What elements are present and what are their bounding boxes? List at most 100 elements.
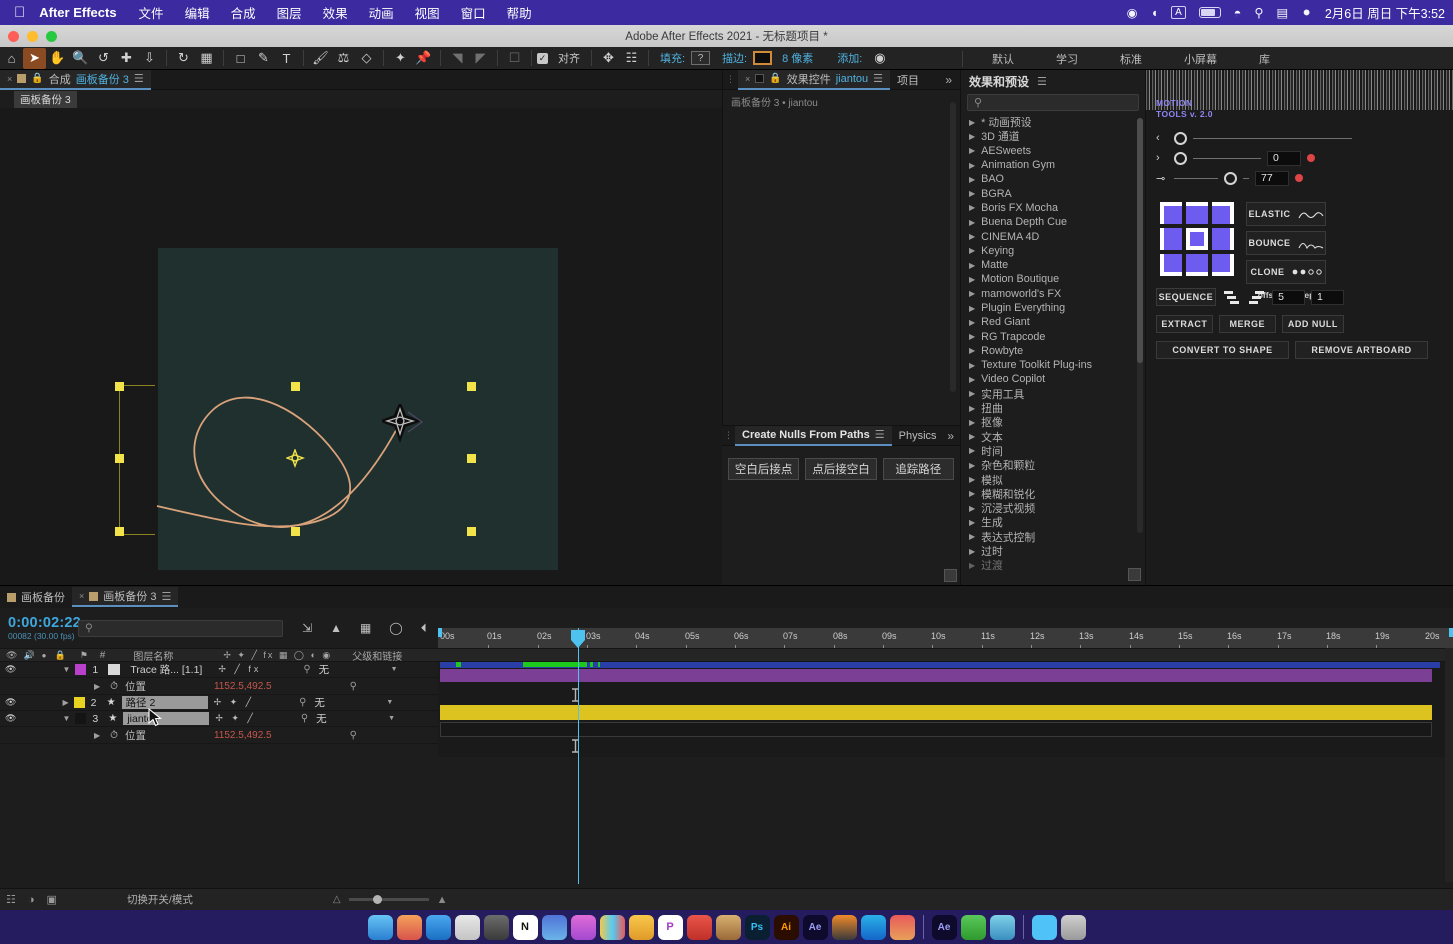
table-row[interactable]: 👁 ▼ 1 Trace 路... [1.1] ✢ ╱ fx ⚲ 无 ▼	[0, 662, 438, 678]
slider-knob[interactable]	[1174, 131, 1187, 145]
toggle-switches-modes-label[interactable]: 切换开关/模式	[127, 892, 193, 907]
table-row[interactable]: ▶ ⏱ 位置 1152.5,492.5 ⚲	[0, 678, 438, 695]
parent-pick-whip-icon[interactable]: ⚲	[299, 697, 306, 708]
chevron-down-icon[interactable]: ▼	[62, 714, 70, 723]
list-item[interactable]: ▶ 过渡	[961, 558, 1145, 572]
list-item[interactable]: ▶ Buena Depth Cue	[961, 215, 1145, 229]
hamburger-icon[interactable]: ☰	[134, 72, 144, 85]
composition-mini-flowchart-icon[interactable]: ⇲	[302, 621, 312, 635]
arrow-null-object[interactable]	[382, 404, 430, 444]
list-item[interactable]: ▶ 3D 通道	[961, 129, 1145, 143]
selection-handle[interactable]	[115, 527, 124, 536]
remove-artboard-button[interactable]: REMOVE ARTBOARD	[1295, 341, 1428, 359]
panel-overflow-icon[interactable]: »	[945, 73, 960, 87]
property-value[interactable]: 1152.5,492.5	[214, 730, 272, 741]
list-item[interactable]: ▶ Matte	[961, 258, 1145, 272]
menu-edit[interactable]: 编辑	[185, 3, 210, 22]
composition-canvas[interactable]	[0, 108, 722, 632]
list-item[interactable]: ▶ 生成	[961, 515, 1145, 529]
layer-switches[interactable]: ✢ ✦ ╱	[215, 713, 256, 724]
work-area-start-handle[interactable]	[438, 628, 442, 637]
list-item[interactable]: ▶ 模糊和锐化	[961, 487, 1145, 501]
active-app-name[interactable]: After Effects	[39, 5, 116, 20]
orbit-camera-icon[interactable]: ↻	[172, 48, 195, 69]
workspace-library[interactable]: 库	[1259, 51, 1270, 67]
slider-track[interactable]	[1243, 177, 1249, 179]
align-icon[interactable]: ✥	[597, 48, 620, 69]
search-icon[interactable]: ⚲	[1254, 5, 1263, 20]
list-item[interactable]: ▶ 抠像	[961, 415, 1145, 429]
alignment-grid[interactable]	[1160, 202, 1234, 276]
effect-controls-scrollbar[interactable]	[950, 102, 956, 392]
ae-alt-icon[interactable]: Ae	[931, 914, 957, 940]
list-item[interactable]: ▶ 表达式控制	[961, 530, 1145, 544]
hamburger-icon[interactable]: ☰	[873, 72, 883, 85]
timeline-playhead-line[interactable]	[578, 628, 579, 884]
list-item[interactable]: ▶ 过时	[961, 544, 1145, 558]
menu-animation[interactable]: 动画	[369, 3, 394, 22]
preview-icon[interactable]	[483, 914, 509, 940]
work-area-end-handle[interactable]	[1449, 628, 1453, 637]
menu-view[interactable]: 视图	[415, 3, 440, 22]
current-time-display[interactable]: 0:00:02:22 00082 (30.00 fps)	[0, 615, 81, 641]
safari-icon[interactable]	[425, 914, 451, 940]
downie-icon[interactable]	[686, 914, 712, 940]
slider-knob[interactable]	[1174, 151, 1187, 165]
chevron-right-icon[interactable]: ▶	[94, 731, 100, 740]
eye-icon[interactable]: 👁	[5, 713, 16, 724]
list-item[interactable]: ▶ Boris FX Mocha	[961, 201, 1145, 215]
close-tab-icon[interactable]: ×	[7, 74, 12, 84]
list-item[interactable]: ▶ 扭曲	[961, 401, 1145, 415]
draft-3d-icon[interactable]: ▲	[330, 621, 342, 635]
brush-tool-icon[interactable]: 🖌	[309, 48, 332, 69]
parent-pick-whip-icon[interactable]: ⚲	[301, 713, 308, 724]
effects-category-list[interactable]: ▶ * 动画预设 ▶ 3D 通道 ▶ AESweets ▶ Animation Gym …	[961, 115, 1145, 585]
record-icon[interactable]: ◉	[1127, 5, 1138, 20]
layer-name[interactable]: Trace 路... [1.1]	[126, 663, 212, 676]
resize-grip-icon[interactable]	[944, 569, 957, 582]
chevron-down-icon[interactable]: ▼	[388, 715, 395, 722]
tab-physics[interactable]: Physics	[892, 426, 944, 446]
list-item[interactable]: ▶ 实用工具	[961, 387, 1145, 401]
keyframe-dot-icon[interactable]	[1307, 154, 1315, 162]
menu-help[interactable]: 帮助	[507, 3, 532, 22]
sequence-value-1[interactable]: 5	[1272, 289, 1306, 305]
tab-effect-controls[interactable]: × 🔒 效果控件 jiantou ☰	[738, 69, 891, 90]
safari-alt-icon[interactable]	[989, 914, 1015, 940]
close-tab-icon[interactable]: ×	[79, 591, 84, 601]
menu-layer[interactable]: 图层	[277, 3, 302, 22]
hand-tool-icon[interactable]: ✋	[46, 48, 69, 69]
align-top-left-button[interactable]	[1160, 202, 1182, 224]
stroke-width-label[interactable]: 8 像素	[782, 50, 813, 66]
menu-composition[interactable]: 合成	[231, 3, 256, 22]
selection-handle[interactable]	[467, 382, 476, 391]
hamburger-icon[interactable]: ☰	[161, 590, 171, 603]
lock-icon[interactable]: 🔒	[31, 73, 43, 84]
point-then-null-button[interactable]: 点后接空白	[805, 458, 877, 480]
menu-effect[interactable]: 效果	[323, 3, 348, 22]
selection-handle[interactable]	[115, 454, 124, 463]
slider-value-1[interactable]: 0	[1267, 150, 1301, 166]
pen-tool-icon[interactable]: ✎	[252, 48, 275, 69]
chevron-down-icon[interactable]: ▼	[391, 666, 398, 673]
battery-icon[interactable]	[1198, 7, 1221, 18]
add-null-button[interactable]: ADD NULL	[1281, 315, 1345, 333]
null-then-point-button[interactable]: 空白后接点	[728, 458, 800, 480]
tab-project[interactable]: 项目	[890, 70, 926, 90]
eraser-tool-icon[interactable]: ◇	[355, 48, 378, 69]
eraser-app-icon[interactable]	[889, 914, 915, 940]
notion-icon[interactable]: N	[512, 914, 538, 940]
color-icon[interactable]	[599, 914, 625, 940]
slider-row-1[interactable]: ‹	[1156, 128, 1444, 148]
selection-handle[interactable]	[291, 382, 300, 391]
transform-box-icon[interactable]: ☐	[503, 48, 526, 69]
anchor-point-tool-icon[interactable]: ✚	[115, 48, 138, 69]
align-bottom-right-button[interactable]	[1212, 254, 1234, 276]
mail-icon[interactable]	[715, 914, 741, 940]
rectangle-mask-icon[interactable]: □	[229, 48, 252, 69]
edge-icon[interactable]	[860, 914, 886, 940]
layer-switches[interactable]: ✢ ╱ fx	[218, 664, 261, 675]
table-row[interactable]: ▶ ⏱ 位置 1152.5,492.5 ⚲	[0, 727, 438, 744]
eye-icon[interactable]: 👁	[5, 664, 16, 675]
blender-icon[interactable]	[831, 914, 857, 940]
